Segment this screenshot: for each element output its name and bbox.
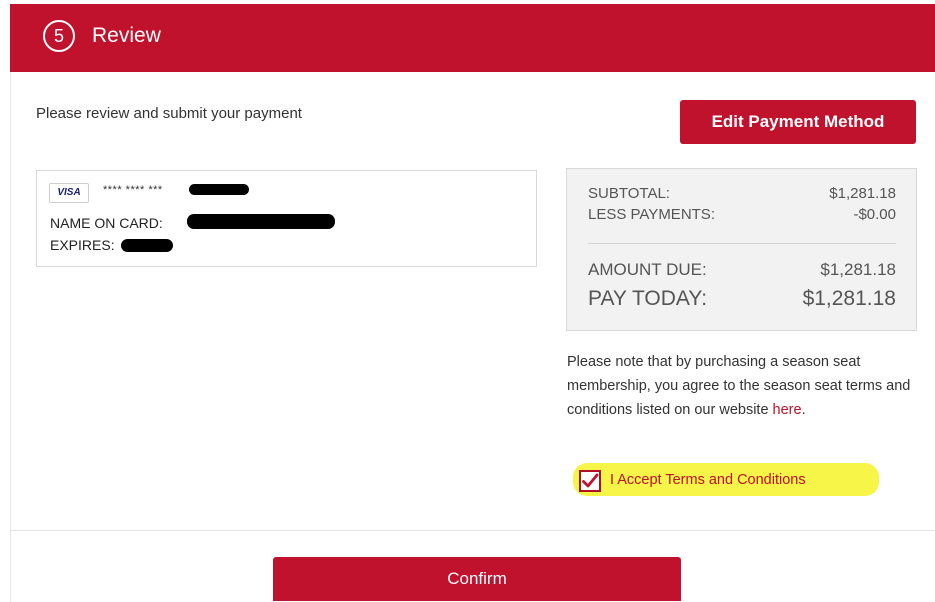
less-payments-label: LESS PAYMENTS: — [588, 206, 715, 223]
name-on-card-label: NAME ON CARD: — [50, 215, 163, 231]
masked-card-number: **** **** *** — [103, 184, 163, 196]
step-number-badge: 5 — [43, 20, 75, 52]
terms-notice-end: . — [801, 402, 806, 418]
summary-divider — [588, 243, 896, 244]
amount-due-value: $1,281.18 — [820, 260, 896, 279]
expires-label: EXPIRES: — [50, 237, 115, 253]
redaction-mark — [121, 239, 173, 252]
accept-terms-checkbox[interactable] — [579, 470, 601, 492]
subtotal-label: SUBTOTAL: — [588, 185, 670, 202]
redaction-mark — [187, 214, 335, 229]
confirm-button[interactable]: Confirm — [273, 557, 681, 601]
terms-notice: Please note that by purchasing a season … — [567, 350, 917, 422]
visa-logo-icon: VISA — [49, 183, 89, 203]
step-header: 5 Review — [10, 4, 935, 72]
less-payments-value: -$0.00 — [853, 206, 896, 223]
pay-today-value: $1,281.18 — [802, 287, 896, 310]
redaction-mark — [189, 184, 249, 195]
pay-today-label: PAY TODAY: — [588, 287, 708, 310]
checkmark-icon — [582, 473, 599, 488]
edit-payment-method-button[interactable]: Edit Payment Method — [680, 100, 916, 144]
order-summary-panel: SUBTOTAL: $1,281.18 LESS PAYMENTS: -$0.0… — [566, 168, 917, 331]
amount-due-label: AMOUNT DUE: — [588, 260, 707, 279]
terms-notice-text: Please note that by purchasing a season … — [567, 354, 911, 418]
panel-border — [10, 72, 11, 602]
payment-card-summary: VISA **** **** *** NAME ON CARD: EXPIRES… — [36, 170, 537, 267]
footer-divider — [10, 530, 935, 531]
subtotal-value: $1,281.18 — [829, 185, 896, 202]
accept-terms-label[interactable]: I Accept Terms and Conditions — [610, 472, 806, 488]
review-instructions: Please review and submit your payment — [36, 105, 302, 122]
step-title: Review — [92, 24, 161, 47]
terms-link[interactable]: here — [773, 402, 802, 418]
